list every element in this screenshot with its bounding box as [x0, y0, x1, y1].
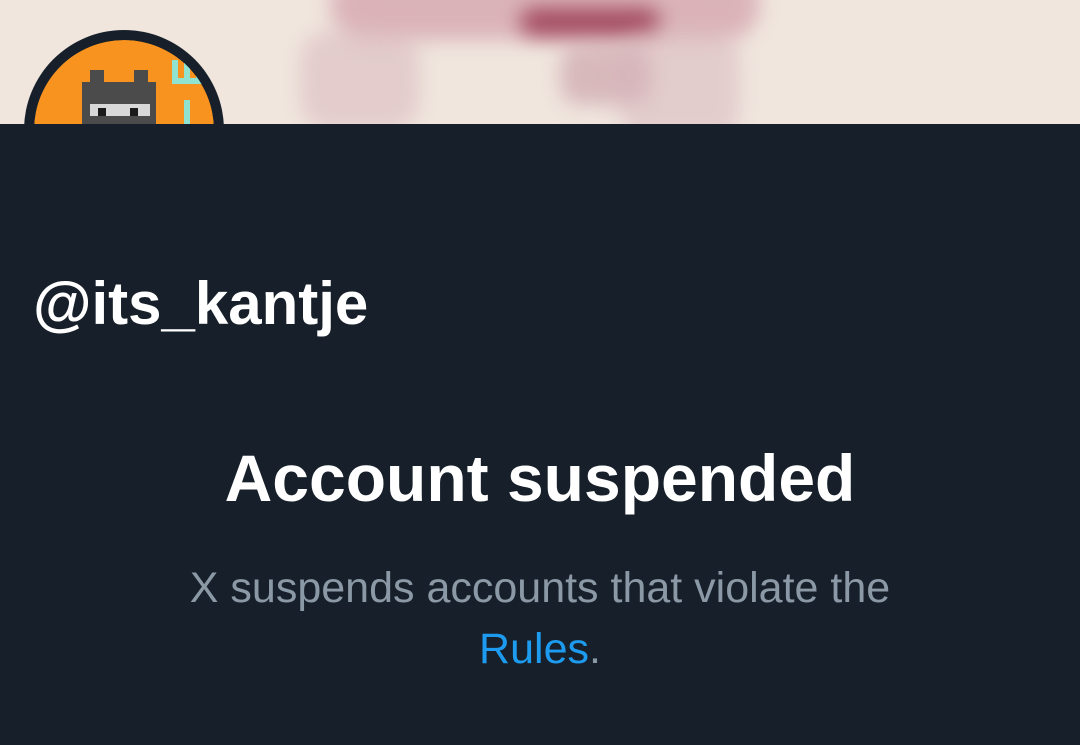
- account-suspended-title: Account suspended: [224, 441, 856, 515]
- suspension-message: X suspends accounts that violate the Rul…: [140, 558, 940, 680]
- banner-blur-shape: [620, 30, 740, 124]
- suspension-message-text: X suspends accounts that violate the: [189, 564, 891, 612]
- profile-handle: @its_kantje: [33, 270, 369, 337]
- banner-blur-shape: [300, 30, 420, 124]
- profile-main-section: @its_kantje Account suspended X suspends…: [0, 124, 1080, 745]
- message-period: .: [588, 625, 601, 673]
- rules-link[interactable]: Rules: [479, 625, 589, 673]
